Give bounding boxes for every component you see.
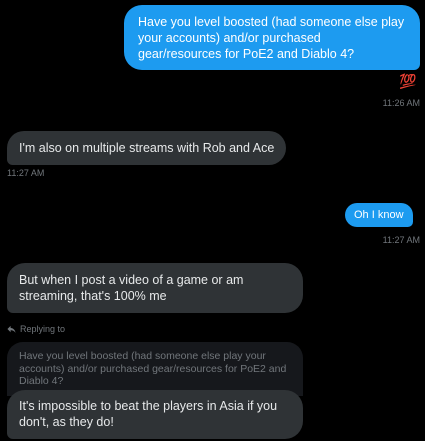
received-message-bubble[interactable]: I'm also on multiple streams with Rob an… [7, 131, 287, 165]
quoted-message[interactable]: Have you level boosted (had someone else… [7, 342, 303, 396]
sent-message-bubble[interactable]: Oh I know [345, 203, 413, 227]
replying-to-label: Replying to [20, 324, 66, 334]
message-timestamp: 11:26 AM [382, 98, 420, 108]
reply-arrow-icon [7, 325, 16, 333]
message-timestamp: 11:27 AM [7, 168, 45, 178]
replying-to-header: Replying to [7, 324, 65, 334]
sent-message-bubble[interactable]: Have you level boosted (had someone else… [124, 5, 420, 70]
received-message-bubble[interactable]: But when I post a video of a game or am … [7, 263, 303, 313]
message-timestamp: 11:27 AM [382, 235, 420, 245]
hundred-points-reaction-icon[interactable]: 💯 [399, 73, 416, 90]
received-reply-message-bubble[interactable]: It's impossible to beat the players in A… [7, 390, 303, 439]
